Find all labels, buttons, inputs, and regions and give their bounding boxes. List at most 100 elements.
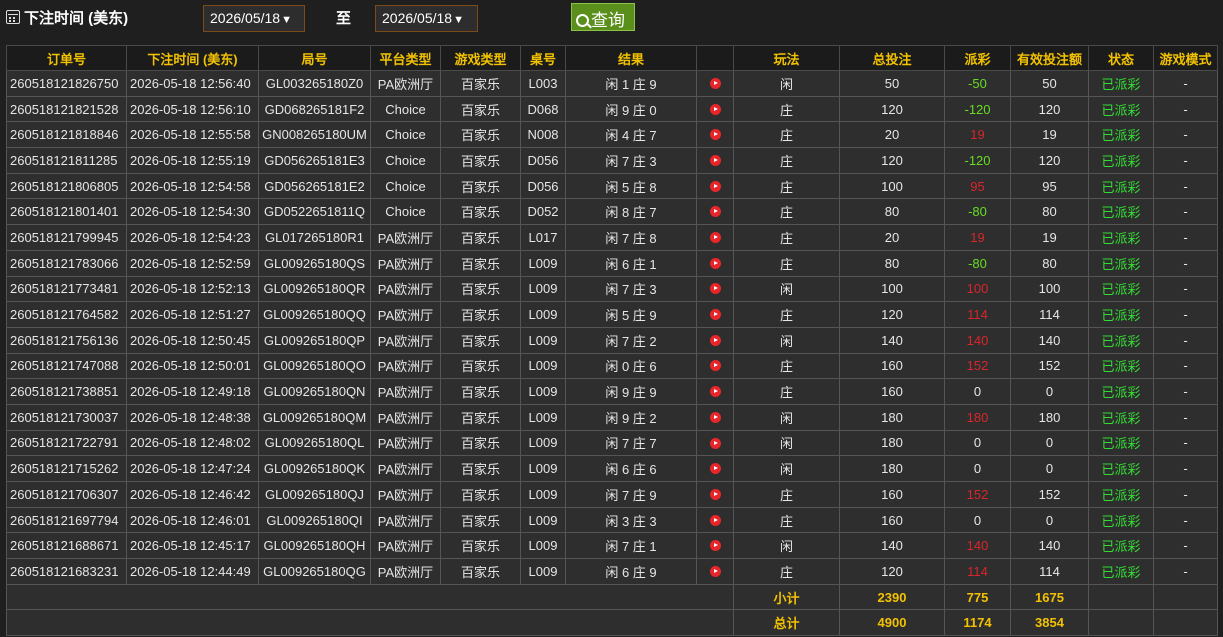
status-cell: 已派彩 [1088,378,1154,405]
table-no-cell: L009 [520,455,566,482]
result-cell: 闲 7 庄 3 [565,275,697,303]
bet-time-cell: 2026-05-18 12:54:30 [126,198,259,226]
start-date-value: 2026/05/18 [210,10,281,26]
search-icon [576,14,589,27]
bet-option-cell: 闲 [733,429,840,457]
game-mode-cell: - [1153,429,1218,457]
play-icon[interactable] [709,103,721,115]
bet-time-filter-label: 下注时间 (美东) [24,10,129,27]
table-row: 260518121806805 2026-05-18 12:54:58 GD0562… [6,172,1218,200]
order-id-cell: 260518121773481 [6,275,127,303]
bet-option-cell: 闲 [733,403,840,431]
total-bet-cell: 120 [839,147,945,174]
valid-bet-cell: 140 [1010,532,1089,560]
bet-time-cell: 2026-05-18 12:54:23 [126,224,259,251]
bet-records-table: 订单号 下注时间 (美东) 局号 平台类型 游戏类型 桌号 结果 玩法 总投注 派彩 有效投注额 状态… [6,45,1218,637]
payout-cell: 180 [944,403,1011,431]
play-icon[interactable] [709,232,721,244]
game-mode-cell: - [1153,301,1218,328]
game-type-cell: 百家乐 [440,403,521,431]
table-row: 260518121722791 2026-05-18 12:48:02 GL0092… [6,429,1218,457]
summary-spacer [6,609,734,637]
status-cell: 已派彩 [1088,352,1154,380]
replay-cell [696,121,734,149]
total-bet-cell: 180 [839,429,945,457]
order-id-cell: 260518121747088 [6,352,127,380]
play-icon[interactable] [709,77,721,89]
game-mode-cell: - [1153,481,1218,508]
play-icon[interactable] [709,437,721,449]
replay-cell [696,403,734,431]
total-row-empty-status [1088,609,1154,637]
total-row-valid: 3854 [1010,609,1089,637]
table-no-cell: L003 [520,70,566,97]
game-type-cell: 百家乐 [440,352,521,380]
bet-time-cell: 2026-05-18 12:50:01 [126,352,259,380]
order-id-cell: 260518121697794 [6,506,127,534]
bet-time-cell: 2026-05-18 12:52:59 [126,249,259,277]
play-icon[interactable] [709,154,721,166]
replay-cell [696,224,734,251]
play-icon[interactable] [709,540,721,552]
replay-cell [696,275,734,303]
round-id-cell: GL009265180QG [258,558,371,585]
play-icon[interactable] [709,463,721,475]
payout-cell: 0 [944,378,1011,405]
play-icon[interactable] [709,283,721,295]
result-cell: 闲 7 庄 8 [565,224,697,251]
valid-bet-cell: 180 [1010,403,1089,431]
game-mode-cell: - [1153,70,1218,97]
valid-bet-cell: 19 [1010,224,1089,251]
replay-cell [696,70,734,97]
play-icon[interactable] [709,514,721,526]
result-cell: 闲 7 庄 7 [565,429,697,457]
play-icon[interactable] [709,411,721,423]
play-icon[interactable] [709,488,721,500]
game-type-cell: 百家乐 [440,378,521,405]
query-button[interactable]: 查询 [571,3,635,31]
play-icon[interactable] [709,565,721,577]
table-no-cell: L017 [520,224,566,251]
order-id-cell: 260518121730037 [6,403,127,431]
game-type-cell: 百家乐 [440,95,521,123]
total-row-label: 总计 [733,609,840,637]
play-icon[interactable] [709,309,721,321]
round-id-cell: GD056265181E2 [258,172,371,200]
start-date-select[interactable]: 2026/05/18▼ [203,5,305,32]
play-icon[interactable] [709,180,721,192]
status-cell: 已派彩 [1088,147,1154,174]
status-cell: 已派彩 [1088,506,1154,534]
round-id-cell: GL009265180QJ [258,481,371,508]
result-cell: 闲 7 庄 1 [565,532,697,560]
subtotal-row-empty-mode [1153,583,1218,611]
end-date-select[interactable]: 2026/05/18▼ [375,5,478,32]
table-row: 260518121773481 2026-05-18 12:52:13 GL0092… [6,275,1218,303]
round-id-cell: GL009265180QL [258,429,371,457]
play-icon[interactable] [709,129,721,141]
payout-cell: 114 [944,558,1011,585]
play-icon[interactable] [709,360,721,372]
total-bet-cell: 20 [839,224,945,251]
play-icon[interactable] [709,206,721,218]
total-bet-cell: 50 [839,70,945,97]
table-row: 260518121738851 2026-05-18 12:49:18 GL0092… [6,378,1218,405]
play-icon[interactable] [709,386,721,398]
platform-cell: Choice [370,147,441,174]
play-icon[interactable] [709,334,721,346]
platform-cell: Choice [370,121,441,149]
platform-cell: PA欧洲厅 [370,403,441,431]
calendar-icon [6,10,20,24]
total-bet-cell: 180 [839,455,945,482]
valid-bet-cell: 152 [1010,481,1089,508]
table-no-cell: L009 [520,378,566,405]
play-icon[interactable] [709,257,721,269]
payout-cell: 0 [944,455,1011,482]
game-type-cell: 百家乐 [440,506,521,534]
subtotal-row-bet: 2390 [839,583,945,611]
summary-spacer [6,583,734,611]
platform-cell: PA欧洲厅 [370,532,441,560]
total-bet-cell: 120 [839,95,945,123]
table-no-cell: L009 [520,558,566,585]
status-cell: 已派彩 [1088,455,1154,482]
column-header-order-id: 订单号 [6,45,127,71]
